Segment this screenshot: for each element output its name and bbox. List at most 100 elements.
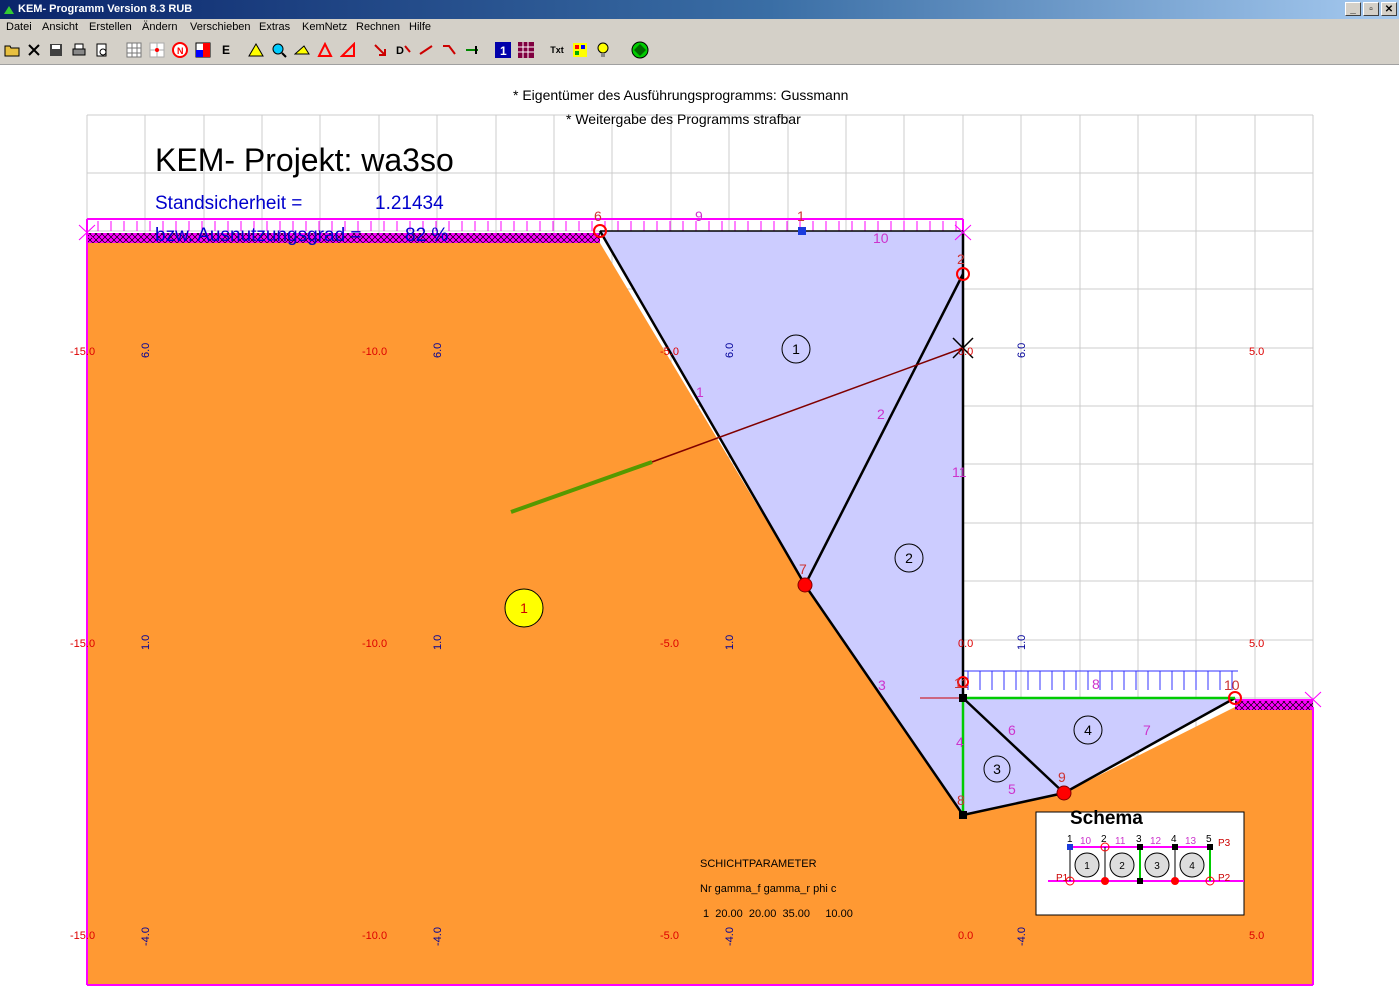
node-8[interactable] xyxy=(959,811,967,819)
menu-aendern[interactable]: Ändern xyxy=(142,21,177,33)
menu-ansicht[interactable]: Ansicht xyxy=(42,21,78,33)
schema-edge-label: 13 xyxy=(1185,836,1197,847)
menu-erstellen[interactable]: Erstellen xyxy=(89,21,132,33)
axis-label: -10.0 xyxy=(362,638,387,650)
help-icon[interactable] xyxy=(593,40,613,60)
node-label-2: 2 xyxy=(957,251,965,267)
menu-hilfe[interactable]: Hilfe xyxy=(409,21,431,33)
axis-label: 6.0 xyxy=(432,343,444,358)
bend-icon[interactable] xyxy=(439,40,459,60)
open-icon[interactable] xyxy=(2,40,22,60)
layer-number: 1 xyxy=(520,600,528,616)
edge-label-3: 3 xyxy=(878,677,886,693)
menu-kemnetz[interactable]: KemNetz xyxy=(302,21,347,33)
wedge-icon[interactable] xyxy=(292,40,312,60)
palette-icon[interactable] xyxy=(570,40,590,60)
svg-text:D: D xyxy=(396,45,404,57)
node-7[interactable] xyxy=(797,577,813,593)
d-arrow-icon[interactable]: D xyxy=(393,40,413,60)
edge-label-6: 6 xyxy=(1008,722,1016,738)
edge-label-9: 9 xyxy=(695,208,703,224)
schema-title: Schema xyxy=(1070,808,1143,829)
node-label-10: 10 xyxy=(1224,677,1240,693)
edge-label-10: 10 xyxy=(873,230,889,246)
axis-label: 6.0 xyxy=(724,343,736,358)
schema-edge-label: 10 xyxy=(1080,836,1092,847)
axis-label: 0.0 xyxy=(958,930,973,942)
schema-body-label: 4 xyxy=(1189,861,1195,872)
e-button[interactable]: E xyxy=(216,40,236,60)
text-icon[interactable]: Txt xyxy=(547,40,567,60)
minimize-button[interactable]: _ xyxy=(1345,2,1361,16)
axis-label: 1.0 xyxy=(1016,635,1028,650)
axis-label: -15.0 xyxy=(70,346,95,358)
params-title: SCHICHTPARAMETER xyxy=(700,858,817,870)
triangle-icon[interactable] xyxy=(315,40,335,60)
menu-extras[interactable]: Extras xyxy=(259,21,290,33)
maximize-button[interactable]: ▫ xyxy=(1363,2,1379,16)
menu-verschieben[interactable]: Verschieben xyxy=(190,21,251,33)
save-icon[interactable] xyxy=(46,40,66,60)
body-label-2: 2 xyxy=(905,550,913,566)
app-icon xyxy=(4,6,14,14)
node-label-1: 1 xyxy=(797,208,805,224)
schema-edge-label: 11 xyxy=(1115,836,1126,847)
node-label-7: 7 xyxy=(799,561,807,577)
menu-datei[interactable]: Datei xyxy=(6,21,32,33)
close-button[interactable]: ✕ xyxy=(1381,2,1397,16)
slope-icon[interactable] xyxy=(246,40,266,60)
edge-label-2: 2 xyxy=(877,406,885,422)
title-bar: KEM- Programm Version 8.3 RUB _ ▫ ✕ xyxy=(0,0,1399,19)
axis-label: -4.0 xyxy=(1016,927,1028,946)
axis-label: -5.0 xyxy=(660,346,679,358)
print-icon[interactable] xyxy=(69,40,89,60)
angle-icon[interactable] xyxy=(338,40,358,60)
node-1[interactable] xyxy=(798,227,806,235)
axis-label: 5.0 xyxy=(1249,346,1264,358)
run-icon[interactable] xyxy=(630,40,650,60)
step-icon[interactable] xyxy=(462,40,482,60)
axis-label: 0.0 xyxy=(958,638,973,650)
params-header: Nr gamma_f gamma_r phi c xyxy=(700,883,837,895)
axis-label: 5.0 xyxy=(1249,638,1264,650)
node-label-6: 6 xyxy=(594,208,602,224)
axis-label: -4.0 xyxy=(724,927,736,946)
menu-rechnen[interactable]: Rechnen xyxy=(356,21,400,33)
schema-p1-label: P1 xyxy=(1056,873,1069,884)
line-node-icon[interactable] xyxy=(416,40,436,60)
node-9[interactable] xyxy=(1056,785,1072,801)
edge-label-1: 1 xyxy=(696,384,704,400)
toolbar: N E D 1 Txt xyxy=(0,37,1399,65)
menu-bar: Datei Ansicht Erstellen Ändern Verschieb… xyxy=(0,19,1399,37)
axis-label: 1.0 xyxy=(724,635,736,650)
axis-label: 6.0 xyxy=(1016,343,1028,358)
window-title: KEM- Programm Version 8.3 RUB xyxy=(18,3,193,15)
schema-p3-label: P3 xyxy=(1218,838,1231,849)
edge-label-11: 11 xyxy=(952,464,967,480)
edge-label-5: 5 xyxy=(1008,781,1016,797)
close-file-icon[interactable] xyxy=(24,40,44,60)
project-title: KEM- Projekt: wa3so xyxy=(155,142,454,178)
matrix-icon[interactable] xyxy=(516,40,536,60)
node-11[interactable] xyxy=(959,694,967,702)
params-row: 1 20.00 20.00 35.00 10.00 xyxy=(703,908,853,920)
schema-top-label: 5 xyxy=(1206,834,1212,845)
node-label-9: 9 xyxy=(1058,769,1066,785)
axis-label: 5.0 xyxy=(1249,930,1264,942)
grid-icon[interactable] xyxy=(124,40,144,60)
point-grid-icon[interactable] xyxy=(147,40,167,60)
schema-top-label: 4 xyxy=(1171,834,1177,845)
body-label-1: 1 xyxy=(792,341,800,357)
north-icon[interactable]: N xyxy=(170,40,190,60)
axis-label: -4.0 xyxy=(140,927,152,946)
edge-label-4: 4 xyxy=(956,734,964,750)
print-preview-icon[interactable] xyxy=(92,40,112,60)
axis-label: -15.0 xyxy=(70,638,95,650)
arrow-down-icon[interactable] xyxy=(370,40,390,60)
one-icon[interactable]: 1 xyxy=(493,40,513,60)
layer-color-icon[interactable] xyxy=(193,40,213,60)
body-label-3: 3 xyxy=(993,761,1001,777)
zoom-icon[interactable] xyxy=(269,40,289,60)
owner-line-1: * Eigentümer des Ausführungsprogramms: G… xyxy=(513,87,849,103)
svg-text:N: N xyxy=(177,46,184,56)
